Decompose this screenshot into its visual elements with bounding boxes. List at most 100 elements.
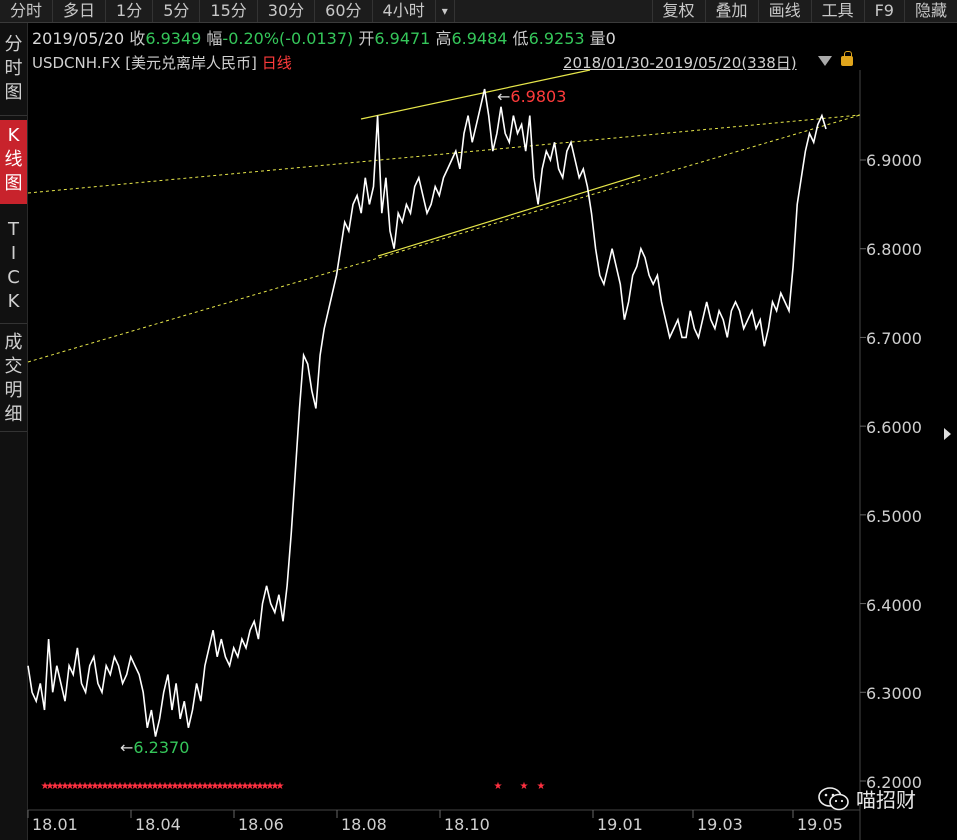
side-tab-char: 成 [4,332,23,353]
adjust-button[interactable]: 复权 [651,0,705,22]
signal-star-marker: ★ [106,781,115,792]
side-tab-kline[interactable]: K 线 图 [0,120,27,204]
x-tick-label: 18.10 [444,815,490,834]
expand-panel-icon[interactable] [944,428,951,440]
signal-star-marker: ★ [86,781,95,792]
signal-star-marker: ★ [156,781,165,792]
side-tab-char: C [7,267,20,288]
divider [0,115,27,116]
tab-30min[interactable]: 30分 [258,0,316,22]
symbol-line: USDCNH.FX [美元兑离岸人民币] 日线 [32,52,292,73]
signal-star-marker: ★ [131,781,140,792]
x-tick-label: 19.03 [697,815,743,834]
side-tab-char: K [7,291,20,312]
lock-icon[interactable] [841,51,853,66]
close-label: 收 [129,29,146,48]
side-tab-fenshi[interactable]: 分 时 图 [0,33,27,105]
side-tab-char: 交 [4,356,23,377]
y-tick-label: 6.5000 [866,507,922,526]
signal-star-marker: ★ [96,781,105,792]
tab-fenshi[interactable]: 分时 [0,0,54,22]
quote-info: 2019/05/20 收6.9349 幅-0.20%(-0.0137) 开6.9… [32,25,616,49]
x-tick-label: 19.01 [597,815,643,834]
signal-star-marker: ★ [111,781,120,792]
range-dropdown-icon[interactable] [818,56,832,66]
tab-4hour[interactable]: 4小时 [373,0,436,22]
side-tab-char: K [7,125,20,146]
signal-star-marker: ★ [141,781,150,792]
f9-button[interactable]: F9 [863,0,904,22]
side-tab-char: 图 [4,82,23,103]
period-toolbar: 分时 多日 1分 5分 15分 30分 60分 4小时 ▾ 复权 叠加 画线 工… [0,0,957,23]
side-tab-char: 线 [4,149,23,170]
x-tick-label: 18.04 [135,815,181,834]
signal-star-marker: ★ [261,781,270,792]
side-tab-char: 明 [4,380,23,401]
signal-star-marker: ★ [66,781,75,792]
signal-star-marker: ★ [186,781,195,792]
signal-star-marker: ★ [181,781,190,792]
y-tick-label: 6.7000 [866,329,922,348]
signal-star-marker: ★ [171,781,180,792]
trendline-lower-extension [27,114,861,363]
close-value: 6.9349 [145,29,202,48]
wechat-icon [818,786,849,810]
signal-star-marker: ★ [176,781,185,792]
low-label: 低 [512,29,529,48]
watermark: 喵招财 [818,784,916,813]
x-tick-label: 18.06 [238,815,284,834]
volume-label: 量 [589,29,606,48]
signal-star-marker: ★ [271,781,280,792]
y-tick-label: 6.3000 [866,684,922,703]
tab-1min[interactable]: 1分 [106,0,154,22]
signal-star-marker: ★ [206,781,215,792]
y-tick-label: 6.6000 [866,418,922,437]
tab-5min[interactable]: 5分 [153,0,201,22]
y-tick-label: 6.9000 [866,151,922,170]
side-tab-char: I [10,243,17,264]
tab-multiday[interactable]: 多日 [53,0,107,22]
side-tab-tick[interactable]: T I C K [0,218,27,314]
side-tab-detail[interactable]: 成 交 明 细 [0,331,27,427]
date-range[interactable]: 2018/01/30-2019/05/20(338日) [563,52,797,73]
price-chart: ★★★★★★★★★★★★★★★★★★★★★★★★★★★★★★★★★★★★★★★★… [27,69,866,840]
signal-star-marker: ★ [494,781,503,792]
amp-value: -0.20%(-0.0137) [222,29,354,48]
side-tab-char: 分 [4,34,23,55]
signal-star-marker: ★ [166,781,175,792]
overlay-button[interactable]: 叠加 [704,0,758,22]
high-annotation: ←6.9803 [497,87,567,106]
quote-date: 2019/05/20 [32,29,125,48]
y-tick-label: 6.8000 [866,240,922,259]
signal-star-marker: ★ [256,781,265,792]
signal-star-marker: ★ [520,781,529,792]
signal-star-marker: ★ [236,781,245,792]
signal-star-marker: ★ [46,781,55,792]
signal-star-marker: ★ [81,781,90,792]
signal-star-marker: ★ [211,781,220,792]
volume-value: 0 [605,29,616,48]
more-periods-dropdown[interactable]: ▾ [436,0,455,22]
low-annotation-value: 6.2370 [133,738,190,757]
tab-60min[interactable]: 60分 [315,0,373,22]
hide-button[interactable]: 隐藏 [903,0,957,22]
side-tab-char: 时 [4,58,23,79]
open-value: 6.9471 [374,29,431,48]
signal-star-marker: ★ [246,781,255,792]
signal-star-marker: ★ [101,781,110,792]
signal-star-marker: ★ [121,781,130,792]
draw-line-button[interactable]: 画线 [757,0,811,22]
signal-star-marker: ★ [191,781,200,792]
low-annotation: ←6.2370 [120,738,190,757]
side-tab-char: 图 [4,173,23,194]
signal-star-marker: ★ [201,781,210,792]
signal-star-marker: ★ [136,781,145,792]
tab-15min[interactable]: 15分 [200,0,258,22]
signal-star-marker: ★ [71,781,80,792]
signal-star-marker: ★ [146,781,155,792]
x-tick-label: 18.08 [341,815,387,834]
signal-star-marker: ★ [226,781,235,792]
trendline-upper-extension [27,114,861,194]
signal-star-marker: ★ [56,781,65,792]
tools-button[interactable]: 工具 [810,0,864,22]
